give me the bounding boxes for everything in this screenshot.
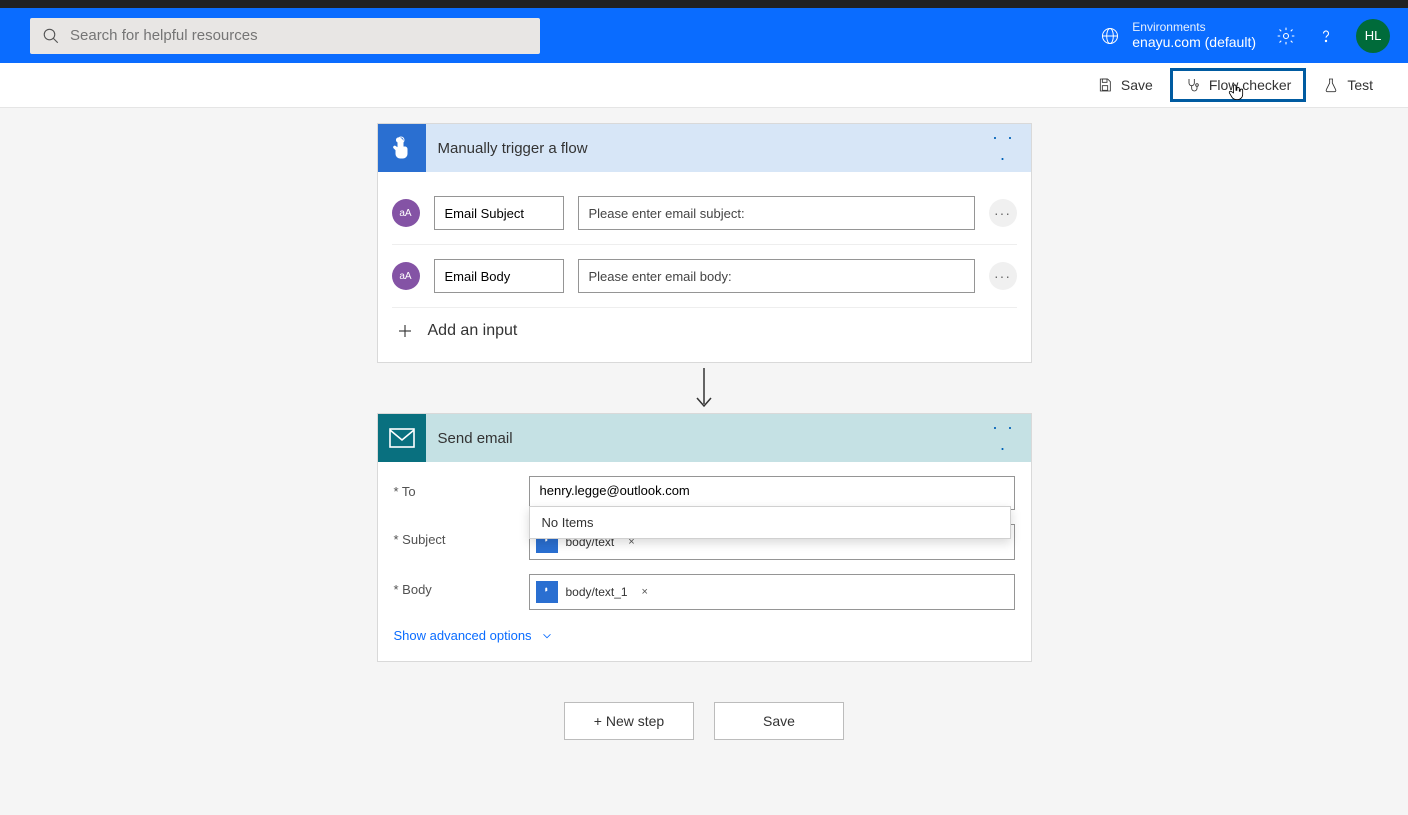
- trigger-param-row: aA Email Subject Please enter email subj…: [392, 182, 1017, 245]
- token-text: body/text_1: [564, 585, 630, 599]
- chevron-down-icon: [540, 629, 554, 643]
- gear-icon[interactable]: [1276, 26, 1296, 46]
- arrow-down-icon: [692, 366, 716, 410]
- env-name: enayu.com (default): [1132, 34, 1256, 51]
- connector-arrow[interactable]: [692, 363, 716, 413]
- autocomplete-popup[interactable]: No Items: [529, 506, 1011, 539]
- designer-canvas: Manually trigger a flow · · · aA Email S…: [0, 108, 1408, 740]
- browser-chrome-strip: [0, 0, 1408, 8]
- avatar[interactable]: HL: [1356, 19, 1390, 53]
- search-box[interactable]: [30, 18, 540, 54]
- body-field-row: * Body body/text_1 ×: [394, 574, 1015, 610]
- to-label: * To: [394, 476, 529, 499]
- env-label: Environments: [1132, 20, 1256, 34]
- to-field-row: * To henry.legge@outlook.com No Items: [394, 476, 1015, 510]
- token-trigger-icon: [536, 581, 558, 603]
- body-input[interactable]: body/text_1 ×: [529, 574, 1015, 610]
- trigger-card: Manually trigger a flow · · · aA Email S…: [377, 123, 1032, 363]
- show-advanced-options[interactable]: Show advanced options: [394, 624, 1015, 643]
- param-name-input[interactable]: Email Body: [434, 259, 564, 293]
- param-hint-input[interactable]: Please enter email subject:: [578, 196, 975, 230]
- param-name-input[interactable]: Email Subject: [434, 196, 564, 230]
- flask-icon: [1323, 77, 1339, 93]
- bottom-actions: + New step Save: [564, 702, 844, 740]
- stethoscope-icon: [1185, 77, 1201, 93]
- trigger-card-header[interactable]: Manually trigger a flow · · ·: [378, 124, 1031, 172]
- advanced-label: Show advanced options: [394, 628, 532, 643]
- param-hint-input[interactable]: Please enter email body:: [578, 259, 975, 293]
- search-input[interactable]: [70, 27, 528, 44]
- to-input[interactable]: henry.legge@outlook.com: [529, 476, 1015, 510]
- text-type-badge: aA: [392, 262, 420, 290]
- help-icon[interactable]: [1316, 26, 1336, 46]
- mail-icon: [378, 414, 426, 462]
- trigger-menu-button[interactable]: · · ·: [991, 127, 1017, 169]
- save-flow-button[interactable]: Save: [714, 702, 844, 740]
- test-label: Test: [1347, 77, 1373, 93]
- test-button[interactable]: Test: [1308, 68, 1388, 102]
- app-topbar: Environments enayu.com (default) HL: [0, 8, 1408, 63]
- send-email-card: Send email · · · * To henry.legge@outloo…: [377, 413, 1032, 662]
- param-menu-button[interactable]: ···: [989, 199, 1017, 227]
- environment-picker[interactable]: Environments enayu.com (default): [1100, 20, 1256, 51]
- param-menu-button[interactable]: ···: [989, 262, 1017, 290]
- plus-icon: [396, 322, 414, 340]
- add-input-label: Add an input: [428, 322, 518, 340]
- trigger-icon: [378, 124, 426, 172]
- subject-label: * Subject: [394, 524, 529, 547]
- flow-checker-label: Flow checker: [1209, 77, 1291, 93]
- send-email-body: * To henry.legge@outlook.com No Items * …: [378, 462, 1031, 661]
- text-type-badge: aA: [392, 199, 420, 227]
- search-icon: [42, 27, 60, 45]
- trigger-card-body: aA Email Subject Please enter email subj…: [378, 172, 1031, 362]
- send-email-header[interactable]: Send email · · ·: [378, 414, 1031, 462]
- editor-toolbar: Save Flow checker Test: [0, 63, 1408, 108]
- send-email-menu-button[interactable]: · · ·: [991, 417, 1017, 459]
- topbar-right: Environments enayu.com (default) HL: [1100, 19, 1390, 53]
- save-button[interactable]: Save: [1082, 68, 1168, 102]
- save-icon: [1097, 77, 1113, 93]
- trigger-title: Manually trigger a flow: [426, 140, 991, 157]
- flow-checker-button[interactable]: Flow checker: [1170, 68, 1306, 102]
- save-label: Save: [1121, 77, 1153, 93]
- trigger-param-row: aA Email Body Please enter email body: ·…: [392, 245, 1017, 308]
- dynamic-token[interactable]: body/text_1 ×: [536, 579, 654, 605]
- add-input-button[interactable]: Add an input: [392, 308, 1017, 346]
- new-step-button[interactable]: + New step: [564, 702, 694, 740]
- token-remove-button[interactable]: ×: [636, 586, 654, 598]
- send-email-title: Send email: [426, 430, 991, 447]
- globe-icon: [1100, 26, 1120, 46]
- body-label: * Body: [394, 574, 529, 597]
